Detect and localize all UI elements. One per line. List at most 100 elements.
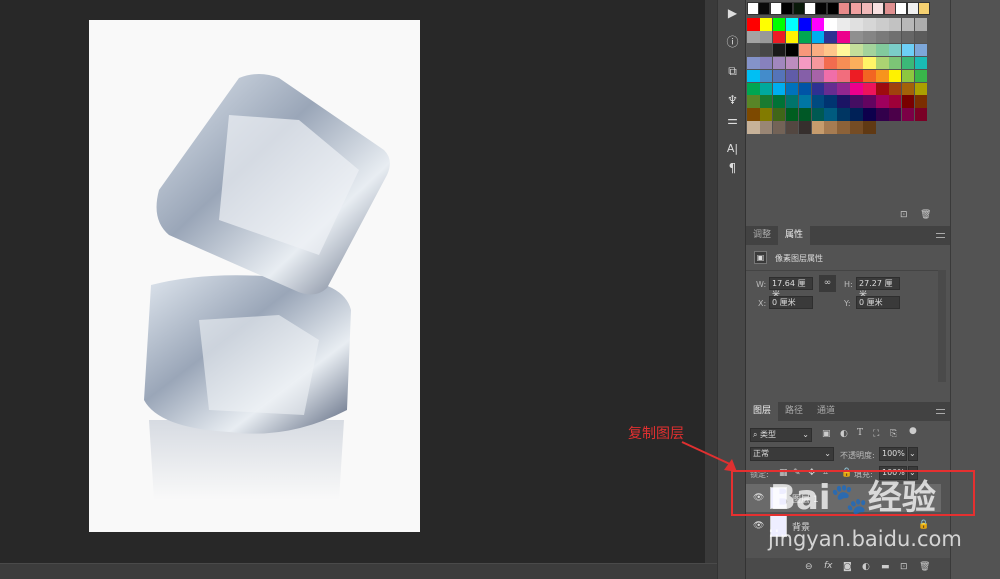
link-layers-icon[interactable]: ⊖ [805, 562, 813, 572]
y-field[interactable]: 0 厘米 [856, 296, 900, 309]
visibility-eye-icon[interactable]: 👁 [753, 521, 764, 531]
adjustment-layer-icon[interactable]: ◐ [862, 562, 870, 572]
color-swatch[interactable] [772, 69, 786, 83]
filter-shape-icon[interactable]: ⛶ [873, 429, 879, 439]
color-swatch[interactable] [914, 69, 928, 83]
color-swatch[interactable] [759, 18, 773, 31]
color-swatch[interactable] [876, 30, 889, 44]
color-swatch[interactable] [759, 69, 773, 83]
color-swatch[interactable] [811, 95, 824, 108]
filter-pixel-icon[interactable]: ▣ [822, 429, 831, 439]
blend-mode-select[interactable]: 正常 ⌄ [750, 447, 834, 461]
tab-layers[interactable]: 图层 [746, 402, 779, 421]
color-swatch[interactable] [824, 30, 837, 44]
color-swatch[interactable] [747, 18, 760, 31]
link-icon[interactable]: ∞ [819, 275, 836, 292]
color-swatch[interactable] [888, 18, 902, 31]
delete-swatch-icon[interactable]: 🗑 [920, 210, 931, 220]
color-swatch[interactable] [837, 121, 850, 134]
color-swatch[interactable] [772, 108, 786, 121]
color-swatch[interactable] [824, 121, 837, 134]
color-swatch[interactable] [785, 121, 799, 134]
color-swatch[interactable] [837, 95, 850, 108]
color-swatch[interactable] [798, 30, 812, 44]
color-swatch[interactable] [747, 30, 760, 44]
color-swatch[interactable] [785, 18, 799, 31]
delete-layer-icon[interactable]: 🗑 [919, 562, 930, 572]
brush-presets-icon[interactable]: ♆ [718, 90, 747, 110]
fx-icon[interactable]: fx [824, 561, 833, 571]
color-swatch[interactable] [850, 108, 863, 121]
color-swatch[interactable] [747, 43, 760, 57]
color-swatch[interactable] [888, 108, 902, 121]
color-swatch[interactable] [824, 82, 837, 95]
panel-menu-icon[interactable] [936, 409, 945, 414]
recent-swatch[interactable] [804, 2, 816, 15]
color-swatch[interactable] [759, 82, 773, 95]
recent-swatch[interactable] [872, 2, 885, 15]
color-swatch[interactable] [824, 95, 837, 108]
color-swatch[interactable] [824, 18, 837, 31]
color-swatch[interactable] [747, 108, 760, 121]
x-field[interactable]: 0 厘米 [769, 296, 813, 309]
color-swatch[interactable] [876, 18, 889, 31]
recent-swatch[interactable] [747, 2, 759, 15]
color-swatch[interactable] [811, 56, 824, 70]
info-icon[interactable]: ⓘ [718, 32, 747, 52]
color-swatch[interactable] [901, 56, 915, 70]
color-swatch[interactable] [811, 82, 824, 95]
color-swatch[interactable] [837, 56, 850, 70]
panel-menu-icon[interactable] [936, 233, 945, 238]
color-swatch[interactable] [824, 69, 837, 83]
color-swatch[interactable] [901, 43, 915, 57]
color-swatch[interactable] [850, 121, 863, 134]
color-swatch[interactable] [785, 56, 799, 70]
recent-swatch[interactable] [918, 2, 930, 15]
color-swatch[interactable] [785, 69, 799, 83]
tab-properties[interactable]: 属性 [778, 226, 811, 245]
color-swatch[interactable] [837, 43, 850, 57]
color-swatch[interactable] [914, 95, 928, 108]
color-swatch[interactable] [888, 95, 902, 108]
color-swatch[interactable] [747, 82, 760, 95]
color-swatch[interactable] [772, 121, 786, 134]
add-mask-icon[interactable]: ◙ [843, 562, 852, 572]
color-swatch[interactable] [785, 82, 799, 95]
color-swatch[interactable] [888, 56, 902, 70]
color-swatch[interactable] [876, 69, 889, 83]
color-swatch[interactable] [811, 121, 824, 134]
adjust-sliders-icon[interactable]: ⚌ [718, 110, 747, 130]
color-swatch[interactable] [863, 30, 876, 44]
width-field[interactable]: 17.64 厘米 [769, 277, 813, 299]
clone-source-icon[interactable]: ⧉ [718, 61, 747, 81]
color-swatch[interactable] [759, 95, 773, 108]
color-swatch[interactable] [914, 82, 928, 95]
color-swatch[interactable] [863, 18, 876, 31]
color-swatch[interactable] [901, 18, 915, 31]
color-swatch[interactable] [772, 30, 786, 44]
recent-swatch[interactable] [895, 2, 908, 15]
new-swatch-icon[interactable]: ⊡ [900, 210, 908, 220]
horizontal-scrollbar[interactable] [0, 563, 717, 579]
filter-smart-object-icon[interactable]: ⎘ [890, 429, 897, 439]
color-swatch[interactable] [863, 56, 876, 70]
tab-channels[interactable]: 通道 [810, 402, 842, 421]
color-swatch[interactable] [837, 69, 850, 83]
color-swatch[interactable] [850, 43, 863, 57]
color-swatch[interactable] [824, 56, 837, 70]
color-swatch[interactable] [747, 69, 760, 83]
recent-swatch[interactable] [826, 2, 839, 15]
color-swatch[interactable] [837, 30, 850, 44]
color-swatch[interactable] [772, 43, 786, 57]
color-swatch[interactable] [863, 95, 876, 108]
group-folder-icon[interactable]: ▬ [881, 562, 890, 572]
color-swatch[interactable] [747, 121, 760, 134]
color-swatch[interactable] [759, 108, 773, 121]
recent-swatch[interactable] [883, 2, 896, 15]
color-swatch[interactable] [772, 18, 786, 31]
color-swatch[interactable] [798, 69, 812, 83]
color-swatch[interactable] [850, 18, 863, 31]
color-swatch[interactable] [876, 43, 889, 57]
tab-paths[interactable]: 路径 [778, 402, 810, 421]
filter-toggle-icon[interactable]: ● [909, 426, 917, 436]
